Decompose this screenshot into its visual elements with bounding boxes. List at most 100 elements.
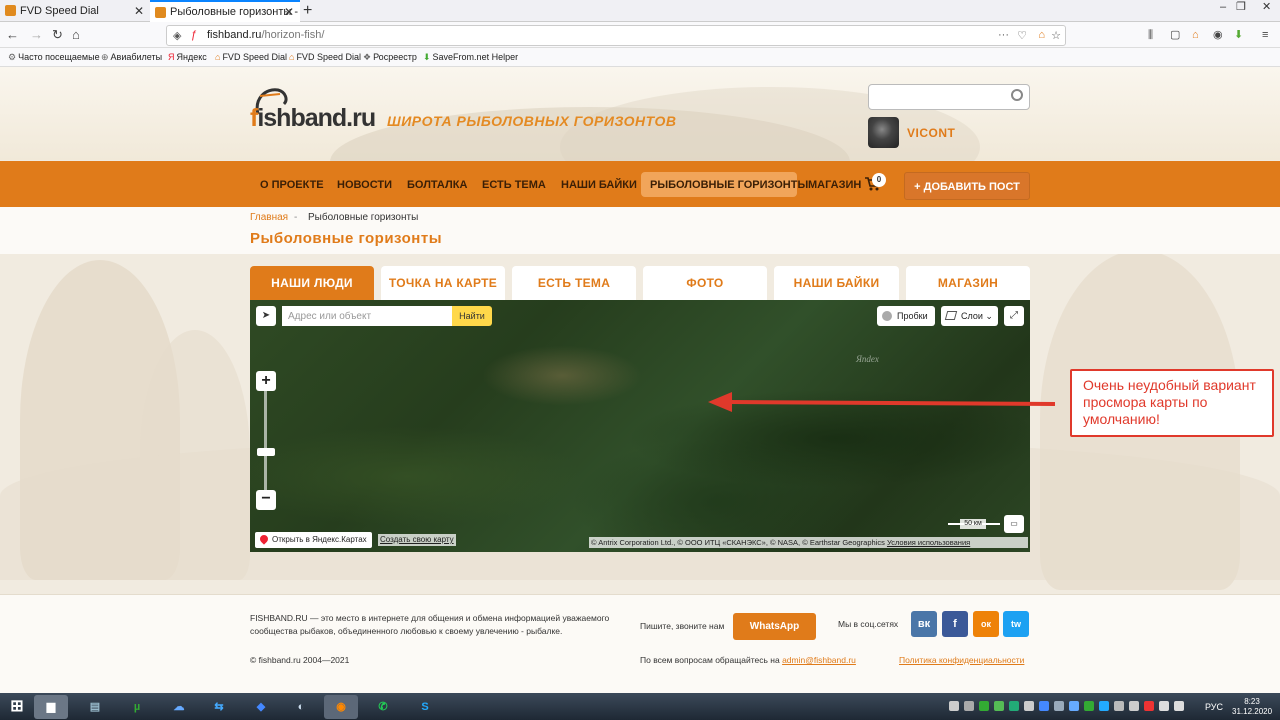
volume-icon[interactable] bbox=[1174, 701, 1184, 711]
whatsapp-icon[interactable]: ✆ bbox=[366, 695, 400, 719]
tray-icon[interactable] bbox=[1114, 701, 1124, 711]
bookmark-item[interactable]: Я Яндекс bbox=[168, 48, 207, 67]
bookmark-item[interactable]: ⌂ FVD Speed Dial bbox=[289, 48, 361, 67]
facebook-icon[interactable]: f bbox=[942, 611, 968, 637]
tray-icon[interactable] bbox=[979, 701, 989, 711]
home-icon[interactable]: ⌂ bbox=[72, 26, 80, 44]
tray-icon[interactable] bbox=[1054, 701, 1064, 711]
zoom-slider-handle[interactable] bbox=[257, 448, 275, 456]
tray-icon[interactable] bbox=[1159, 701, 1169, 711]
pocket-icon[interactable]: ♡ bbox=[1017, 29, 1027, 42]
back-icon[interactable]: ← bbox=[6, 26, 19, 44]
skype-icon[interactable]: S bbox=[408, 695, 442, 719]
menu-item-horizons[interactable]: РЫБОЛОВНЫЕ ГОРИЗОНТЫ bbox=[650, 179, 808, 191]
new-tab-icon[interactable]: + bbox=[303, 0, 312, 22]
menu-item-shop[interactable]: МАГАЗИН bbox=[808, 179, 861, 191]
vk-icon[interactable]: вк bbox=[911, 611, 937, 637]
menu-item-topic[interactable]: ЕСТЬ ТЕМА bbox=[482, 179, 546, 191]
layers-button[interactable]: Слои ⌄ bbox=[941, 306, 998, 326]
firefox-icon[interactable]: ◉ bbox=[324, 695, 358, 719]
map-address-input[interactable] bbox=[282, 306, 452, 326]
shield-icon[interactable]: ◈ bbox=[173, 29, 181, 42]
add-post-button[interactable]: + ДОБАВИТЬ ПОСТ bbox=[904, 172, 1030, 200]
fullscreen-icon[interactable]: ⤢ bbox=[1004, 306, 1024, 326]
search-input[interactable] bbox=[868, 84, 1030, 110]
page-actions-icon[interactable]: ··· bbox=[998, 29, 1009, 41]
tab-map-point[interactable]: ТОЧКА НА КАРТЕ bbox=[381, 266, 505, 300]
twitter-icon[interactable]: tw bbox=[1003, 611, 1029, 637]
map-find-button[interactable]: Найти bbox=[452, 306, 492, 326]
close-tab-icon[interactable]: ✕ bbox=[284, 2, 294, 22]
tray-icon[interactable] bbox=[1129, 701, 1139, 711]
whatsapp-button[interactable]: WhatsApp bbox=[733, 613, 816, 640]
search-icon[interactable] bbox=[1011, 89, 1023, 101]
library-icon[interactable]: ⫼ bbox=[1148, 26, 1153, 44]
restore-icon[interactable]: ❐ bbox=[1236, 0, 1246, 14]
bookmark-item[interactable]: ⌂ FVD Speed Dial bbox=[215, 48, 287, 67]
tab-our-people[interactable]: НАШИ ЛЮДИ bbox=[250, 266, 374, 300]
download-icon[interactable]: ⬇ bbox=[1234, 26, 1243, 44]
satellite-map[interactable] bbox=[250, 300, 1030, 552]
tray-icon[interactable] bbox=[994, 701, 1004, 711]
tray-icon[interactable] bbox=[1069, 701, 1079, 711]
tray-icon[interactable] bbox=[1009, 701, 1019, 711]
menu-icon[interactable]: ≡ bbox=[1262, 26, 1268, 44]
utorrent-icon[interactable]: µ bbox=[120, 695, 154, 719]
zoom-slider-track[interactable] bbox=[264, 390, 267, 490]
avatar[interactable] bbox=[868, 117, 899, 148]
bookmark-item[interactable]: ⚙ Часто посещаемые bbox=[8, 48, 100, 67]
window-close-icon[interactable]: ✕ bbox=[1262, 0, 1271, 14]
tab-photo[interactable]: ФОТО bbox=[643, 266, 767, 300]
menu-item-chat[interactable]: БОЛТАЛКА bbox=[407, 179, 467, 191]
tab-stories[interactable]: НАШИ БАЙКИ bbox=[774, 266, 899, 300]
tray-icon[interactable] bbox=[949, 701, 959, 711]
browser-tab-fvd[interactable]: FVD Speed Dial ✕ bbox=[0, 0, 150, 22]
menu-item-stories[interactable]: НАШИ БАЙКИ bbox=[561, 179, 637, 191]
close-tab-icon[interactable]: ✕ bbox=[134, 0, 144, 22]
language-indicator[interactable]: РУС bbox=[1205, 702, 1223, 712]
privacy-policy-link[interactable]: Политика конфиденциальности bbox=[899, 655, 1024, 665]
odnoklassniki-icon[interactable]: ок bbox=[973, 611, 999, 637]
bookmark-star-icon[interactable]: ☆ bbox=[1051, 29, 1061, 42]
app-icon[interactable]: ◐ bbox=[284, 695, 318, 719]
tray-icon[interactable] bbox=[1024, 701, 1034, 711]
onedrive-icon[interactable]: ☁ bbox=[162, 695, 196, 719]
bookmark-item[interactable]: ❖ Росреестр bbox=[363, 48, 417, 67]
browser-tab-active[interactable]: Рыболовные горизонты - Fishban ✕ bbox=[150, 0, 300, 22]
reload-icon[interactable]: ↻ bbox=[52, 26, 63, 44]
bookmark-item[interactable]: ⊕ Авиабилеты bbox=[101, 48, 162, 67]
taskbar-clock[interactable]: 8:23 31.12.2020 bbox=[1232, 697, 1272, 717]
minimize-icon[interactable]: – bbox=[1220, 0, 1226, 14]
tray-icon[interactable] bbox=[1144, 701, 1154, 711]
tab-topic[interactable]: ЕСТЬ ТЕМА bbox=[512, 266, 636, 300]
site-logo[interactable]: fishband.ru bbox=[250, 86, 376, 132]
speed-dial-icon[interactable]: ⌂ bbox=[1192, 26, 1199, 44]
zoom-out-button[interactable]: − bbox=[256, 490, 276, 510]
forward-icon[interactable]: → bbox=[30, 26, 43, 44]
terms-link[interactable]: Условия использования bbox=[887, 538, 970, 547]
tab-shop[interactable]: МАГАЗИН bbox=[906, 266, 1030, 300]
tray-icon[interactable] bbox=[1084, 701, 1094, 711]
url-bar[interactable]: ◈ ƒ fishband.ru/horizon-fish/ ··· ♡ ⌂ ☆ bbox=[166, 25, 1066, 46]
explorer-icon[interactable]: ▆ bbox=[34, 695, 68, 719]
traffic-button[interactable]: Пробки bbox=[877, 306, 935, 326]
menu-item-news[interactable]: НОВОСТИ bbox=[337, 179, 392, 191]
open-in-yandex-button[interactable]: Открыть в Яндекс.Картах bbox=[255, 532, 372, 548]
dropbox-icon[interactable]: ◆ bbox=[244, 695, 278, 719]
tray-icon[interactable] bbox=[964, 701, 974, 711]
ruler-icon[interactable]: ▭ bbox=[1004, 515, 1024, 533]
sidebar-icon[interactable]: ▢ bbox=[1170, 26, 1180, 44]
create-map-link[interactable]: Создать свою карту bbox=[378, 534, 456, 546]
zoom-in-button[interactable]: + bbox=[256, 371, 276, 391]
tray-icon[interactable] bbox=[1099, 701, 1109, 711]
notepad-icon[interactable]: ▤ bbox=[78, 695, 112, 719]
username-link[interactable]: VICONT bbox=[907, 126, 955, 140]
teamviewer-icon[interactable]: ⇆ bbox=[202, 695, 236, 719]
start-icon[interactable]: ⊞ bbox=[0, 695, 34, 719]
breadcrumb-home[interactable]: Главная bbox=[250, 212, 288, 223]
tray-icon[interactable] bbox=[1039, 701, 1049, 711]
geolocation-icon[interactable]: ➤ bbox=[256, 306, 276, 326]
email-link[interactable]: admin@fishband.ru bbox=[782, 655, 856, 665]
speed-dial-icon[interactable]: ⌂ bbox=[1038, 29, 1045, 41]
account-icon[interactable]: ◉ bbox=[1213, 26, 1223, 44]
